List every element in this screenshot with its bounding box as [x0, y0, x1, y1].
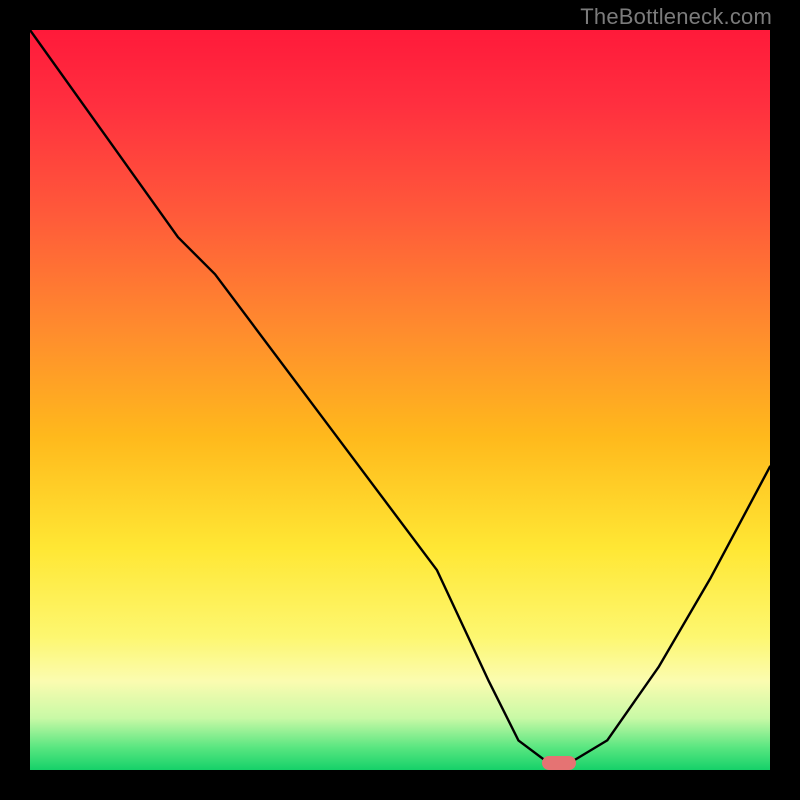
- plot-area: [30, 30, 770, 770]
- optimum-marker: [542, 756, 576, 770]
- watermark-label: TheBottleneck.com: [580, 4, 772, 30]
- bottleneck-curve: [30, 30, 770, 770]
- chart-frame: TheBottleneck.com: [0, 0, 800, 800]
